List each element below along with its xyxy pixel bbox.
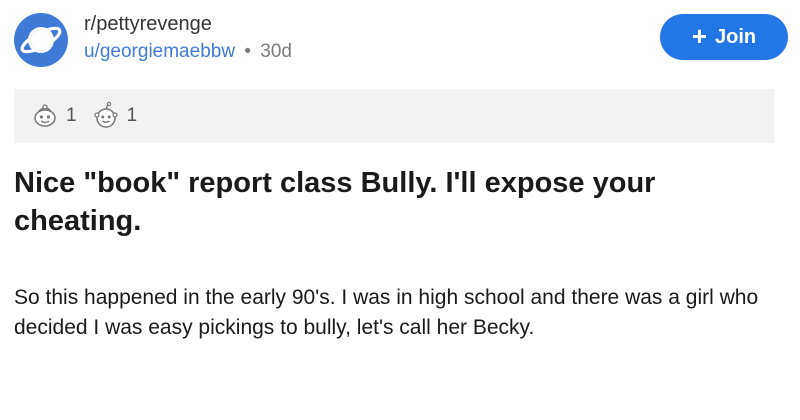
award-count: 1: [126, 105, 138, 126]
post-title[interactable]: Nice "book" report class Bully. I'll exp…: [14, 164, 784, 240]
join-label: Join: [715, 25, 757, 48]
subreddit-avatar[interactable]: [12, 11, 70, 69]
meta-separator: •: [244, 41, 251, 62]
post-body: So this happened in the early 90's. I wa…: [14, 286, 759, 339]
subreddit-name[interactable]: r/pettyrevenge: [84, 12, 292, 36]
award-helpful[interactable]: 1: [91, 101, 138, 131]
helpful-award-icon: [93, 101, 118, 128]
post-header: r/pettyrevenge u/georgiemaebbw • 30d + J…: [12, 10, 788, 70]
awards-bar[interactable]: 1 1: [14, 89, 774, 143]
author-username[interactable]: u/georgiemaebbw: [84, 41, 235, 62]
reddit-post: r/pettyrevenge u/georgiemaebbw • 30d + J…: [0, 0, 800, 420]
post-meta: r/pettyrevenge u/georgiemaebbw • 30d: [84, 12, 292, 66]
plus-icon: +: [691, 21, 708, 51]
planet-icon: [14, 13, 68, 67]
join-button[interactable]: + Join: [660, 14, 788, 60]
award-count: 1: [66, 105, 77, 126]
author-line: u/georgiemaebbw • 30d: [84, 38, 292, 66]
award-wholesome[interactable]: 1: [30, 101, 77, 131]
wholesome-award-icon: [34, 104, 56, 127]
post-age: 30d: [260, 41, 292, 62]
